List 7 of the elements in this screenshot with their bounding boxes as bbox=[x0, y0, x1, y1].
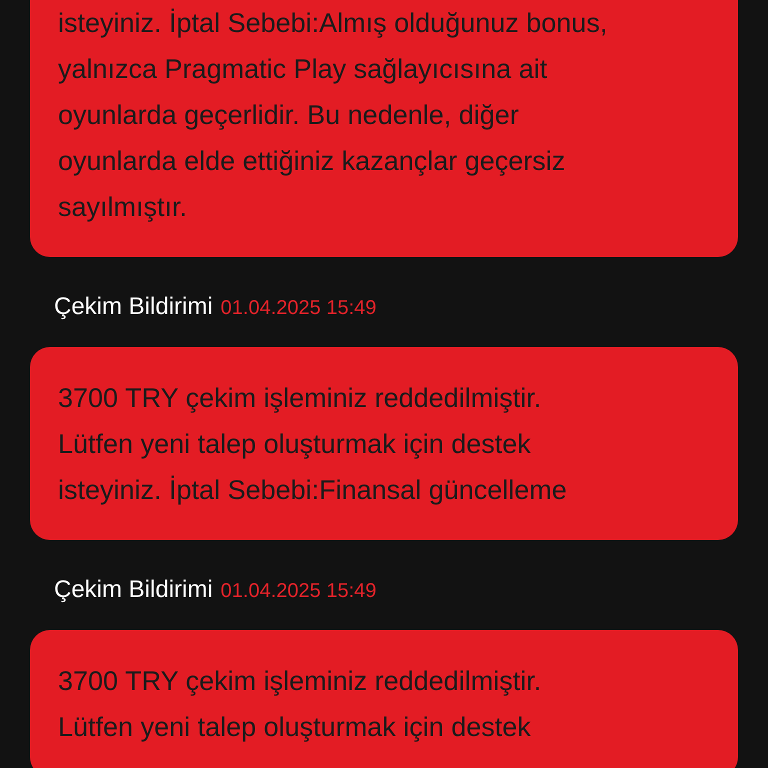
notification-date: 01.04.2025 15:49 bbox=[220, 297, 376, 320]
notification-title: Çekim Bildirimi bbox=[54, 576, 213, 604]
notification-message: isteyiniz. İptal Sebebi:Almış olduğunuz bonus, yalnızca Pragmatic Play sağlayıcısına ait oyunlarda geçerlidir. Bu nedenle, diğer oyunlarda elde ettiğiniz kazançlar geçersiz sayılmıştır. bbox=[58, 7, 608, 224]
notification-message: 3700 TRY çekim işleminiz reddedilmiştir. Lütfen yeni talep oluşturmak için destek bbox=[58, 665, 542, 744]
notification-date: 01.04.2025 15:49 bbox=[220, 580, 376, 603]
notification-title: Çekim Bildirimi bbox=[54, 293, 213, 321]
notification-message: 3700 TRY çekim işleminiz reddedilmiştir. Lütfen yeni talep oluşturmak için destek isteyiniz. İptal Sebebi:Finansal güncelleme bbox=[58, 382, 568, 507]
